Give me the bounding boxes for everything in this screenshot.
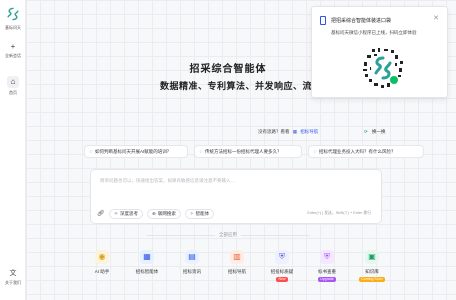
section-label: 全部应用	[215, 232, 241, 238]
app-ai-assistant[interactable]: ◉ AI 助手	[84, 250, 120, 275]
app-label: 标书查重	[318, 269, 336, 274]
chat-input-box[interactable]: 简单问题也可以，快速给出答案，如果有敏感信息请注意不要输入… 🔗︎ ⚛ 深度思考 …	[90, 169, 382, 224]
hint-row: 没有思路？看看 ▦ 招标导航	[258, 129, 318, 135]
logo-text: 基标问天	[5, 25, 21, 30]
home-label: 首页	[9, 90, 17, 95]
app-label: 招投标质疑	[270, 269, 294, 274]
agent-button[interactable]: ✧ 智能体	[184, 208, 215, 219]
app-grid: ◉ AI 助手 ▦ 招标智能体 ▤ 招标资讯 ▥ 招标导航 ⛨ 招投标质疑 Ne…	[84, 250, 404, 290]
popup-subtitle: 基标问天微信小程序已上线，扫码立即体验	[331, 30, 417, 35]
about-button[interactable]: 文 关于我们	[0, 268, 26, 286]
logo-icon[interactable]	[6, 7, 20, 21]
bulb-icon: ♢	[199, 149, 204, 154]
refresh-icon: ⟳	[364, 129, 368, 134]
popup-title: 把招采综合智能体装进口袋	[331, 18, 392, 24]
app-bid-challenge[interactable]: ⛨ 招投标质疑 New	[264, 250, 300, 282]
app-dup-check[interactable]: ⛨ 标书查重 Upgrade	[309, 250, 345, 282]
atom-icon: ⚛	[114, 210, 119, 216]
bulb-icon: ♢	[313, 149, 318, 154]
app-label: 招标资讯	[183, 269, 201, 274]
news-icon: ▤	[185, 250, 199, 264]
deep-think-button[interactable]: ⚛ 深度思考	[109, 208, 144, 219]
app-bid-news[interactable]: ▤ 招标资讯	[174, 250, 210, 275]
question-text: 传统方法招标一份招标代理人要多久？	[205, 149, 282, 154]
question-chip[interactable]: ♢ 招标代理业务投入大吗？有什么风险？	[308, 145, 424, 158]
app-label: 招标智能体	[135, 269, 159, 274]
web-search-button[interactable]: ⊕ 联网搜索	[147, 208, 181, 219]
coming-soon-badge: Coming Soon	[359, 277, 385, 282]
sparkle-icon: ✧	[189, 210, 194, 216]
miniapp-popup: 把招采综合智能体装进口袋 基标问天微信小程序已上线，扫码立即体验 ✕	[311, 6, 448, 98]
tool-label: 深度思考	[120, 210, 139, 216]
tool-label: 智能体	[195, 210, 210, 216]
nav-link-icon: ▦	[292, 129, 298, 134]
translate-icon: 文	[9, 270, 17, 277]
swap-label: 换一换	[372, 129, 386, 134]
suggested-questions: ♢ 如何判断基标问天开展AI赋能的培训？ ♢ 传统方法招标一份招标代理人要多久？ ♢…	[84, 145, 428, 158]
upgrade-badge: Upgrade	[318, 277, 336, 282]
qr-code-icon	[361, 46, 405, 90]
shield-icon: ⛨	[275, 250, 289, 264]
app-label: 知识库	[365, 269, 379, 274]
home-button[interactable]: ⌂ 首页	[0, 76, 26, 96]
new-chat-label: 全新会话	[5, 53, 21, 58]
sidebar: 基标问天 + 全新会话 ⌂ 首页 文 关于我们	[0, 0, 26, 300]
book-icon: ▣	[365, 250, 379, 264]
app-label: AI 助手	[94, 269, 110, 274]
app-knowledge-base[interactable]: ▣ 知识库 Coming Soon	[354, 250, 390, 282]
nav-icon: ▥	[230, 250, 244, 264]
new-chat-button[interactable]: + 全新会话	[0, 43, 26, 59]
hint-prefix: 没有思路？看看	[258, 129, 290, 134]
chat-input-placeholder[interactable]: 简单问题也可以，快速给出答案，如果有敏感信息请注意不要输入…	[100, 178, 235, 184]
phone-icon	[320, 16, 326, 25]
question-text: 招标代理业务投入大吗？有什么风险？	[319, 149, 396, 154]
input-toolbar: 🔗︎ ⚛ 深度思考 ⊕ 联网搜索 ✧ 智能体	[97, 208, 218, 219]
swap-button[interactable]: ⟳ 换一换	[364, 129, 386, 135]
app-bid-nav[interactable]: ▥ 招标导航	[219, 250, 255, 275]
globe-icon: ⊕	[152, 210, 156, 216]
check-shield-icon: ⛨	[320, 250, 334, 264]
home-icon: ⌂	[7, 76, 19, 88]
about-label: 关于我们	[5, 280, 21, 285]
close-icon[interactable]: ✕	[433, 14, 439, 22]
tool-label: 联网搜索	[157, 210, 176, 216]
input-shortcut-hint: Enter(+) | 发送，Shift(⇧) + Enter 换行	[307, 211, 371, 215]
page-subtitle: 数据精准、专利算法、并发响应、流程专	[160, 81, 332, 91]
hint-link[interactable]: 招标导航	[300, 129, 318, 134]
robot-icon: ◉	[95, 250, 109, 264]
app-bid-agent[interactable]: ▦ 招标智能体	[129, 250, 165, 275]
plus-icon: +	[10, 42, 16, 51]
app-label: 招标导航	[228, 269, 246, 274]
grid-icon: ▦	[140, 250, 154, 264]
question-chip[interactable]: ♢ 传统方法招标一份招标代理人要多久？	[194, 145, 302, 158]
attachment-icon[interactable]: 🔗︎	[97, 210, 105, 217]
question-chip[interactable]: ♢ 如何判断基标问天开展AI赋能的培训？	[84, 145, 188, 158]
bulb-icon: ♢	[89, 149, 94, 154]
new-badge: New	[276, 277, 288, 282]
question-text: 如何判断基标问天开展AI赋能的培训？	[95, 149, 172, 154]
